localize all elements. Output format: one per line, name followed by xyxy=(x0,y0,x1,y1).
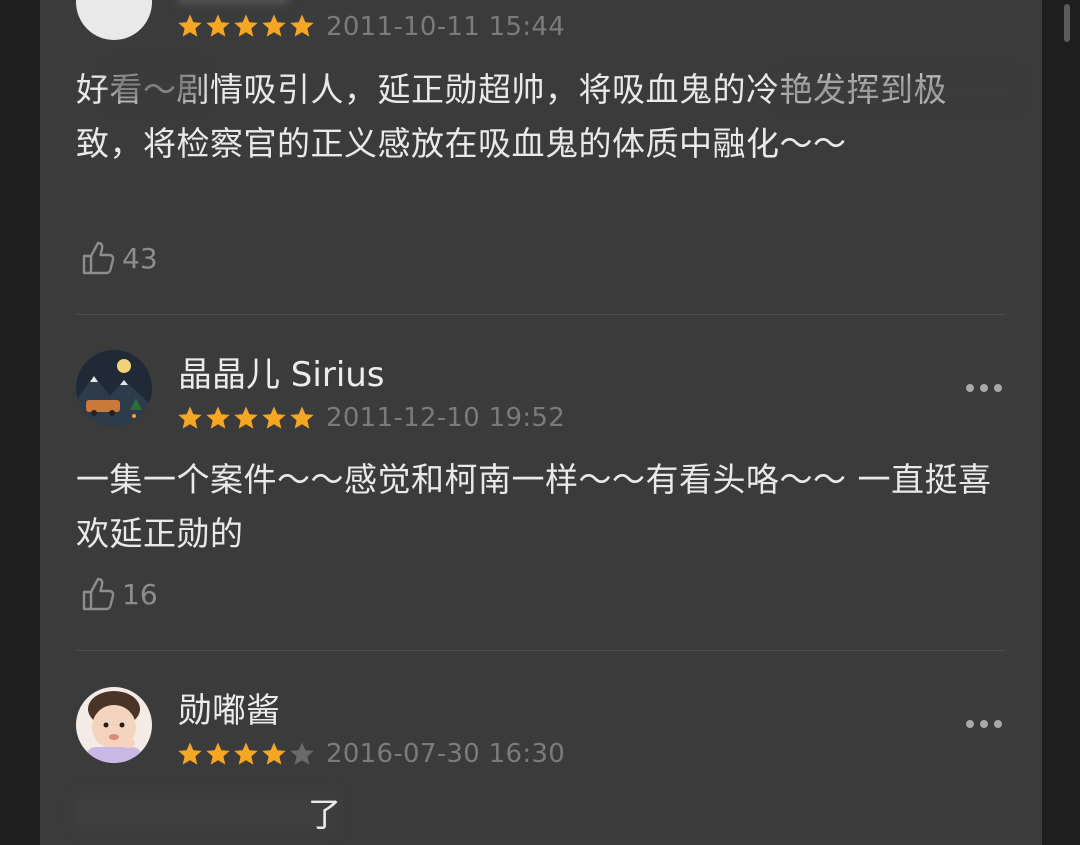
like-button[interactable]: 43 xyxy=(80,238,158,278)
redacted-text xyxy=(780,75,1020,105)
avatar[interactable] xyxy=(76,687,152,763)
like-button[interactable]: 16 xyxy=(80,574,158,614)
thumbs-up-icon xyxy=(82,241,115,275)
review-text: 一集一个案件～～感觉和柯南一样～～有看头咯～～ 一直挺喜欢延正勋的 xyxy=(76,460,992,553)
avatar-image xyxy=(76,687,152,763)
review-date: 2011-12-10 19:52 xyxy=(326,403,566,433)
star-filled-icon xyxy=(290,406,314,429)
star-filled-icon xyxy=(206,742,230,765)
avatar-image xyxy=(76,350,152,426)
divider xyxy=(76,314,1006,315)
review-list-panel: 2011-10-11 15:44 好看～剧情吸引人，延正勋超帅，将吸血鬼的冷艳发… xyxy=(40,0,1042,845)
star-filled-icon xyxy=(234,406,258,429)
star-filled-icon xyxy=(206,14,230,37)
like-count: 16 xyxy=(122,577,158,611)
avatar[interactable] xyxy=(76,350,152,426)
star-filled-icon xyxy=(206,406,230,429)
divider xyxy=(76,650,1006,651)
star-empty-icon xyxy=(290,742,314,765)
redacted-text xyxy=(110,68,200,102)
avatar[interactable] xyxy=(76,0,152,40)
username[interactable]: 勋嘟酱 xyxy=(178,691,280,731)
star-filled-icon xyxy=(290,14,314,37)
redacted-text xyxy=(76,792,336,832)
review-text: 了 xyxy=(308,795,342,834)
star-filled-icon xyxy=(178,14,202,37)
more-dots-icon[interactable] xyxy=(964,718,1004,730)
star-filled-icon xyxy=(178,742,202,765)
review-date: 2011-10-11 15:44 xyxy=(326,12,566,42)
star-filled-icon xyxy=(262,14,286,37)
rating-stars xyxy=(177,741,317,767)
star-filled-icon xyxy=(234,742,258,765)
rating-stars xyxy=(177,13,317,39)
like-count: 43 xyxy=(122,241,158,275)
thumbs-up-icon xyxy=(82,577,115,611)
star-filled-icon xyxy=(262,742,286,765)
redacted-username xyxy=(178,0,288,4)
review-date: 2016-07-30 16:30 xyxy=(326,739,566,769)
username[interactable]: 晶晶儿 Sirius xyxy=(178,355,385,395)
star-filled-icon xyxy=(234,14,258,37)
star-filled-icon xyxy=(262,406,286,429)
star-filled-icon xyxy=(178,406,202,429)
rating-stars xyxy=(177,405,317,431)
more-dots-icon[interactable] xyxy=(964,382,1004,394)
scrollbar[interactable] xyxy=(1064,4,1070,42)
